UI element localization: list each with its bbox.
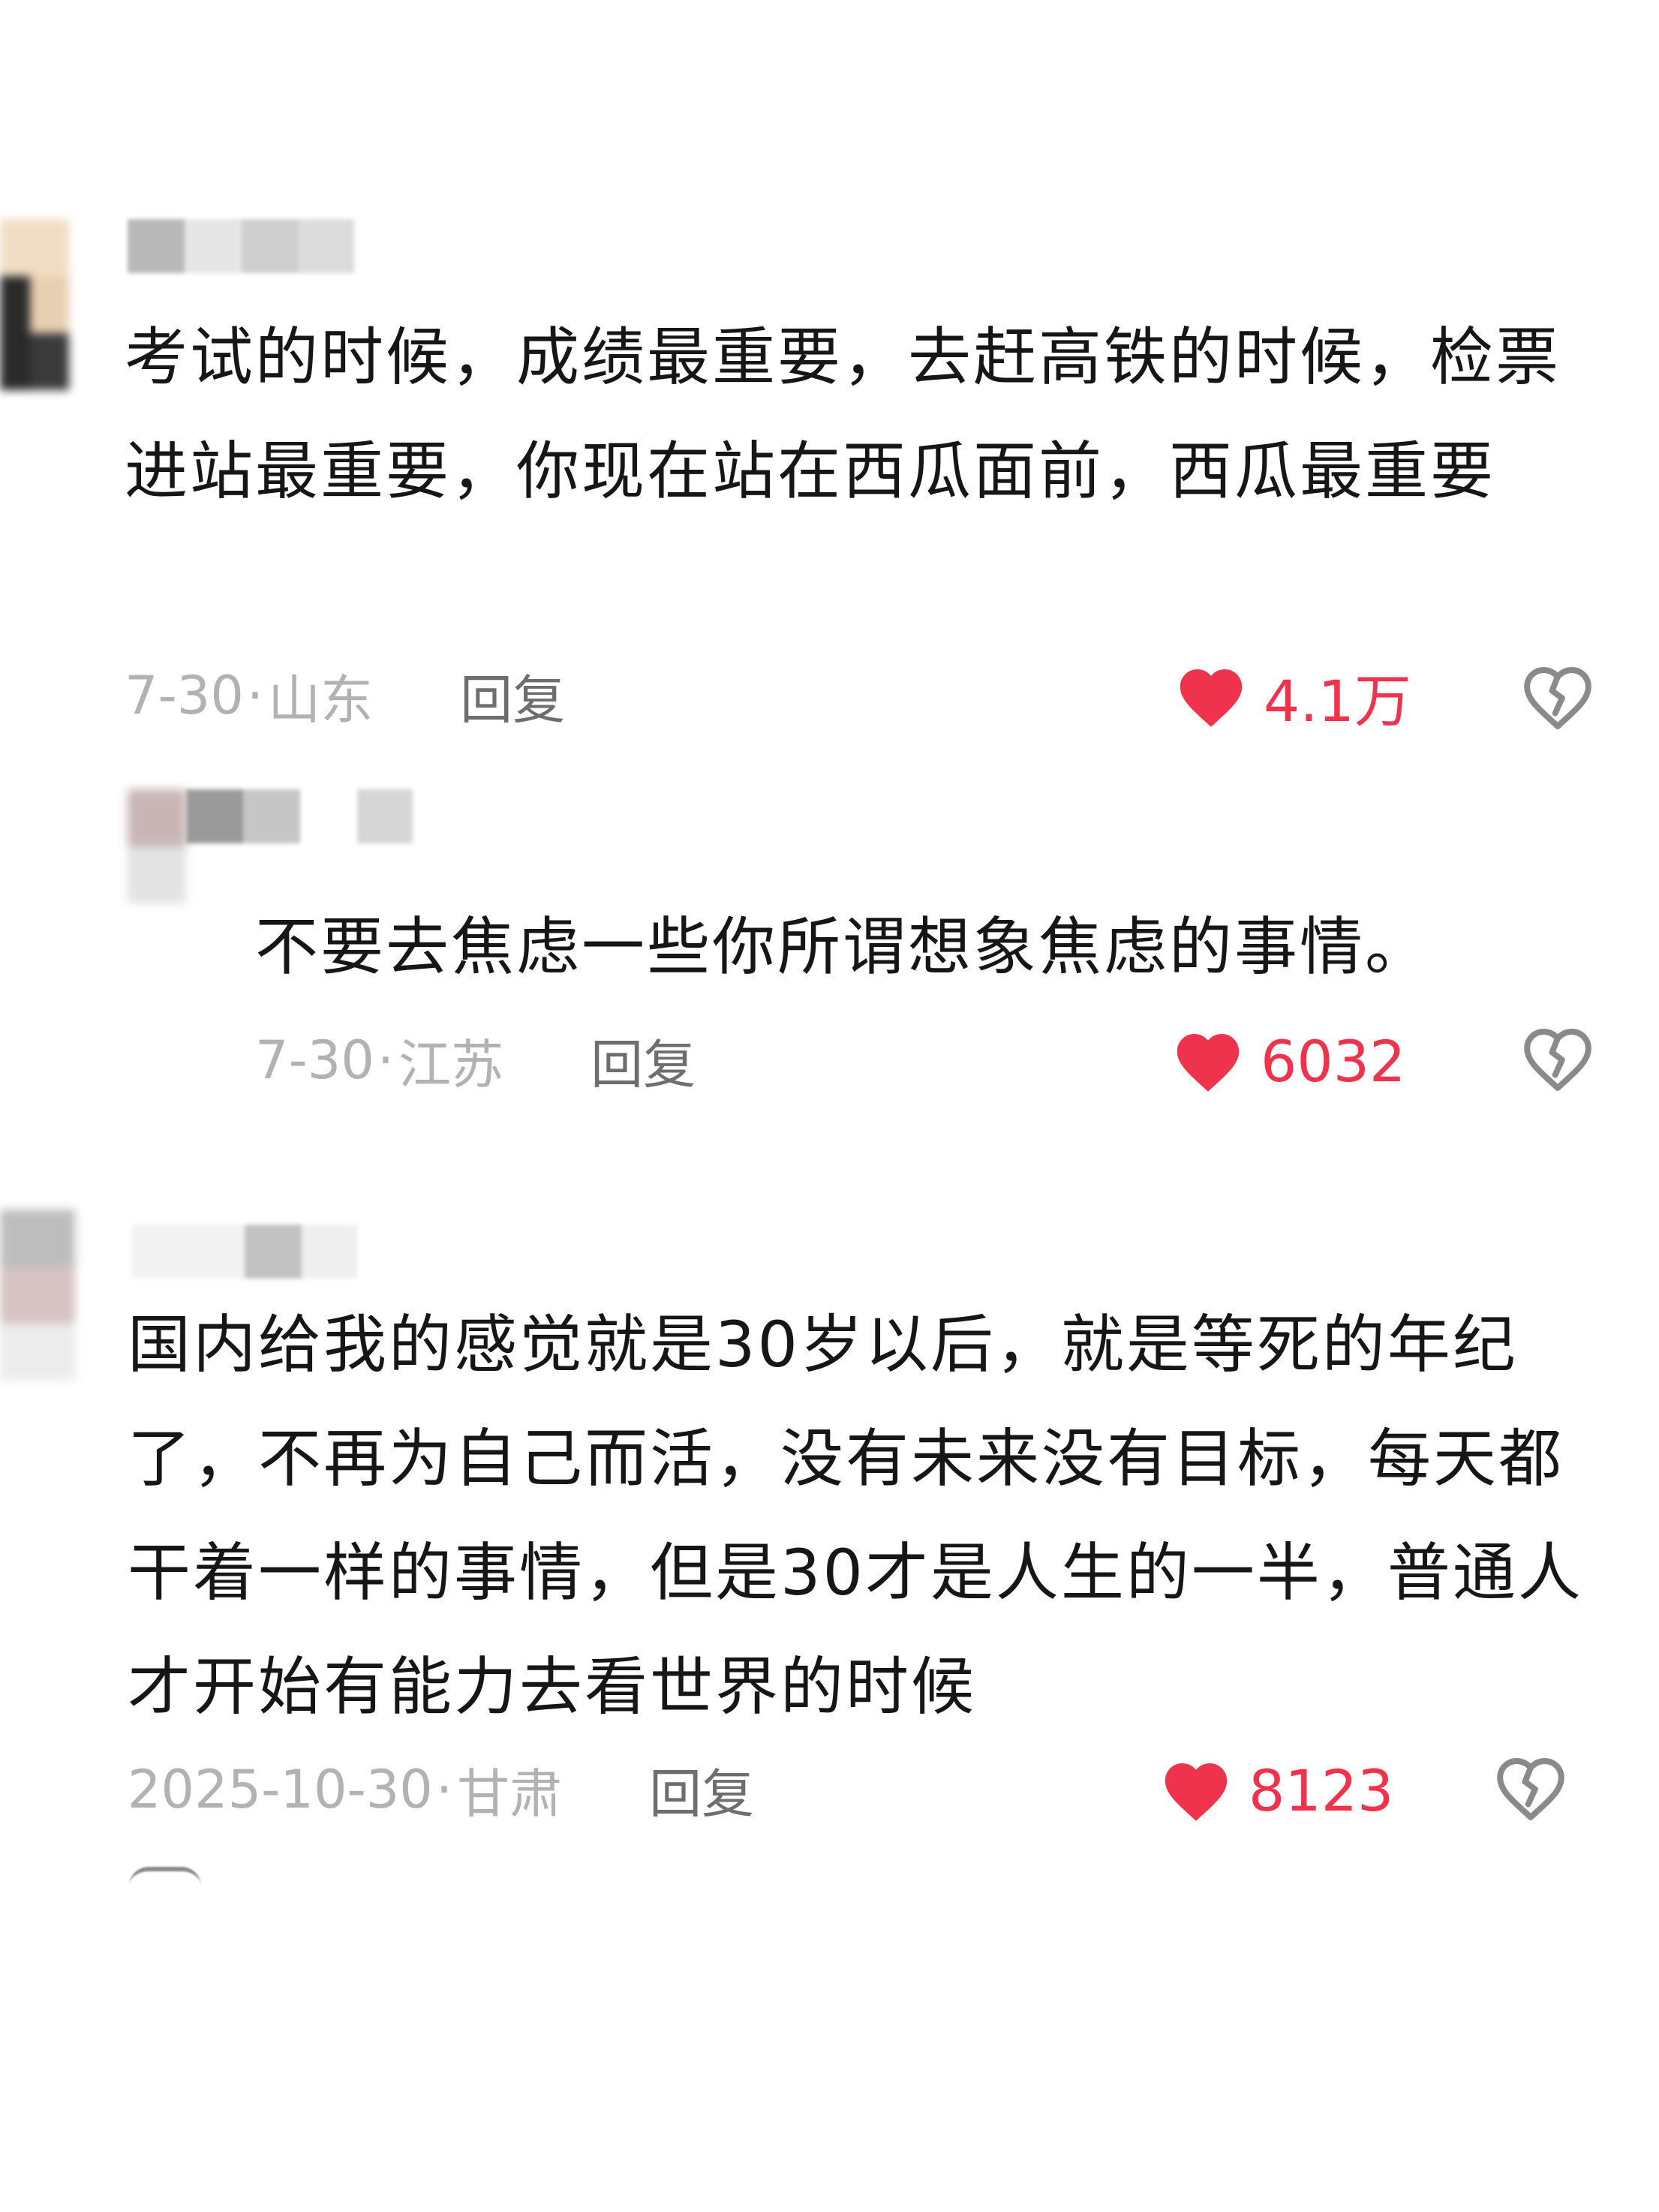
username[interactable]: [186, 789, 413, 843]
username[interactable]: [128, 219, 354, 273]
dislike-button[interactable]: [1520, 660, 1595, 732]
like-button[interactable]: 4.1万: [1175, 659, 1411, 735]
comment-date: 7-30: [255, 1029, 374, 1091]
comment-region: 山东: [268, 669, 374, 731]
meta-separator: ·: [246, 665, 264, 726]
broken-heart-icon: [1524, 667, 1591, 729]
username[interactable]: [132, 1225, 357, 1279]
comment-region: 甘肃: [457, 1763, 563, 1825]
broken-heart-icon: [1497, 1758, 1564, 1820]
like-count: 6032: [1261, 1027, 1406, 1095]
meta-separator: ·: [435, 1759, 453, 1820]
avatar[interactable]: [0, 219, 69, 390]
comment-text: 不要去焦虑一些你所谓想象焦虑的事情。: [255, 910, 1431, 984]
reply-button[interactable]: 回复: [591, 1023, 696, 1098]
comment-date: 2025-10-30: [128, 1759, 433, 1820]
avatar[interactable]: [128, 789, 186, 903]
comment-list-screen: 考试的时候，成绩最重要，去赶高铁的时候，检票进站最重要，你现在站在西瓜面前，西瓜…: [0, 0, 1659, 2212]
comment-region: 江苏: [398, 1033, 504, 1095]
reply-button[interactable]: 回复: [460, 658, 565, 734]
meta-separator: ·: [377, 1029, 395, 1091]
like-button[interactable]: 6032: [1172, 1023, 1405, 1098]
heart-icon: [1180, 669, 1243, 727]
dislike-button[interactable]: [1520, 1022, 1595, 1094]
reply-button[interactable]: 回复: [649, 1752, 754, 1828]
like-count: 8123: [1249, 1757, 1394, 1824]
comment-item: 国内给我的感觉就是30岁以后，就是等死的年纪了，不再为自己而活，没有未来没有目标…: [0, 1141, 1659, 1853]
avatar[interactable]: [0, 1210, 75, 1381]
comment-meta: 7-30 · 山东 回复: [125, 662, 565, 731]
like-count: 4.1万: [1264, 668, 1411, 735]
comment-text: 国内给我的感觉就是30岁以后，就是等死的年纪了，不再为自己而活，没有未来没有目标…: [128, 1308, 1583, 1724]
comment-item: 考试的时候，成绩最重要，去赶高铁的时候，检票进站最重要，你现在站在西瓜面前，西瓜…: [0, 0, 1659, 750]
comment-date: 7-30: [125, 665, 244, 726]
broken-heart-icon: [1524, 1029, 1591, 1091]
comment-meta: 2025-10-30 · 甘肃 回复: [128, 1756, 754, 1825]
like-button[interactable]: 8123: [1160, 1753, 1393, 1828]
avatar[interactable]: [129, 1867, 201, 1886]
comment-meta: 7-30 · 江苏 回复: [255, 1026, 696, 1095]
heart-icon: [1177, 1034, 1240, 1092]
comment-item: 不要去焦虑一些你所谓想象焦虑的事情。 7-30 · 江苏 回复 6032: [0, 750, 1659, 1141]
heart-icon: [1165, 1763, 1228, 1821]
comment-text: 考试的时候，成绩最重要，去赶高铁的时候，检票进站最重要，你现在站在西瓜面前，西瓜…: [125, 320, 1561, 508]
dislike-button[interactable]: [1493, 1751, 1568, 1823]
